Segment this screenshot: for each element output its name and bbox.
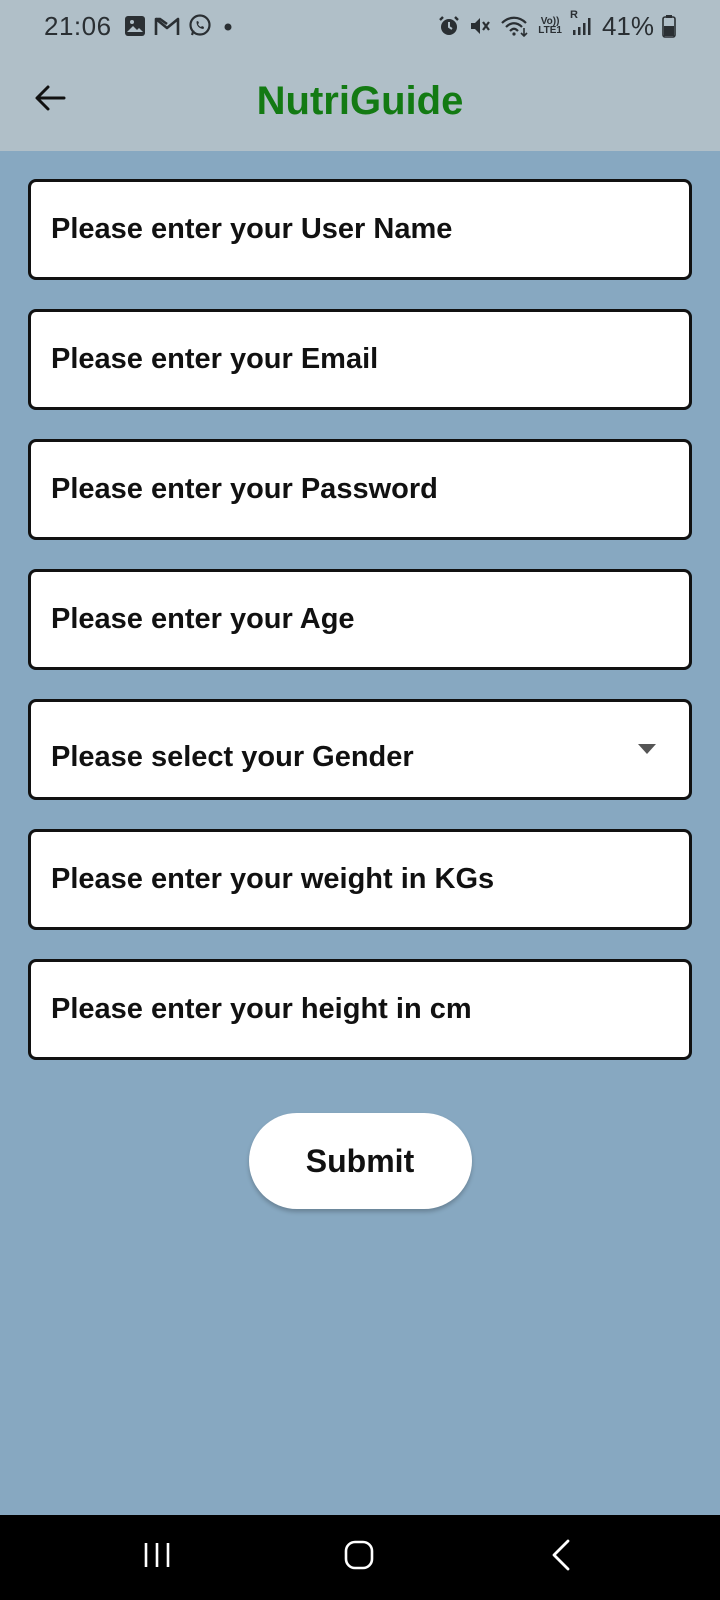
email-input[interactable]	[51, 343, 665, 376]
weight-field-container	[28, 829, 692, 930]
submit-button[interactable]: Submit	[248, 1113, 472, 1209]
system-nav-bar	[0, 1515, 720, 1600]
submit-wrap: Submit	[0, 1113, 720, 1209]
volte-icon: Vo)) LTE1	[538, 17, 562, 36]
app-bar: NutriGuide	[0, 52, 720, 151]
mute-icon	[468, 15, 492, 37]
wifi-icon	[500, 15, 530, 37]
battery-icon	[662, 14, 676, 38]
status-bar: 21:06 Vo)) LTE1 R 41%	[0, 0, 720, 52]
registration-form: Please select your Gender	[28, 179, 692, 1089]
height-field-container	[28, 959, 692, 1060]
gender-dropdown-label: Please select your Gender	[51, 741, 414, 773]
recents-button[interactable]	[127, 1535, 187, 1579]
home-icon	[344, 1540, 374, 1575]
gender-dropdown[interactable]: Please select your Gender	[28, 699, 692, 800]
password-field-container	[28, 439, 692, 540]
age-field-container	[28, 569, 692, 670]
status-right: Vo)) LTE1 R 41%	[438, 9, 676, 42]
age-input[interactable]	[51, 603, 665, 636]
username-input[interactable]	[51, 213, 665, 246]
roaming-label: R	[569, 9, 578, 21]
height-input[interactable]	[51, 993, 665, 1026]
status-left: 21:06	[44, 11, 236, 42]
alarm-icon	[438, 15, 460, 37]
app-title: NutriGuide	[256, 79, 464, 123]
battery-percent: 41%	[601, 10, 654, 41]
weight-input[interactable]	[51, 863, 665, 896]
signal-icon: R	[570, 9, 592, 37]
email-field-container	[28, 309, 692, 410]
recents-icon	[142, 1541, 172, 1574]
status-time: 21:06	[44, 10, 112, 41]
username-field-container	[28, 179, 692, 280]
home-button[interactable]	[329, 1535, 389, 1579]
volte-label-bottom: LTE1	[538, 25, 562, 36]
gmail-icon	[154, 15, 180, 37]
arrow-left-icon	[34, 84, 66, 117]
gallery-icon	[124, 15, 146, 37]
back-chevron-icon	[550, 1539, 572, 1576]
notification-dot-icon	[220, 18, 236, 34]
whatsapp-icon	[188, 14, 212, 38]
nav-back-button[interactable]	[531, 1535, 591, 1579]
password-input[interactable]	[51, 473, 665, 506]
dropdown-arrow-icon	[637, 742, 657, 760]
back-button[interactable]	[26, 76, 74, 124]
